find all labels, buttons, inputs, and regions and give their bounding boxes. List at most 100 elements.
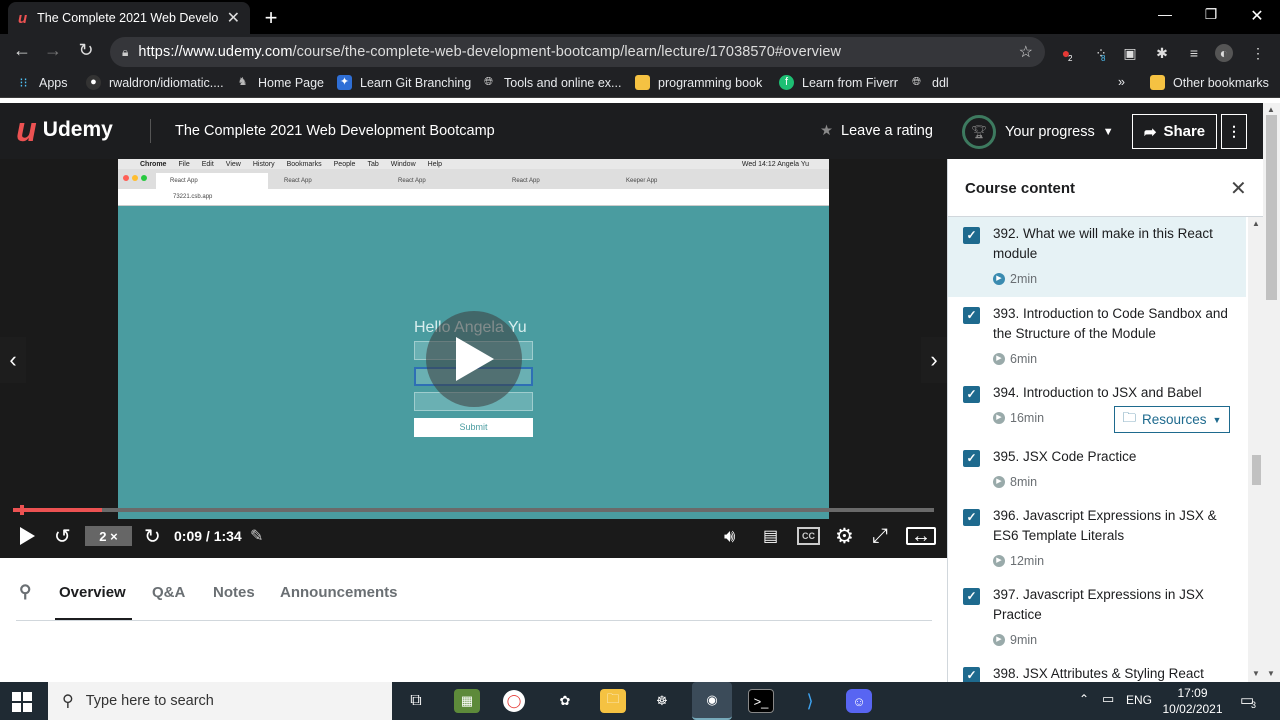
bookmarks-overflow-icon[interactable]: » xyxy=(1118,75,1125,89)
playback-speed-button[interactable]: 2 × xyxy=(85,526,132,546)
new-tab-icon[interactable]: + xyxy=(259,5,283,31)
windows-start-icon[interactable] xyxy=(12,692,32,712)
next-lecture-button[interactable]: › xyxy=(921,337,947,383)
rewind-5s-icon[interactable]: ↺ xyxy=(54,521,71,551)
volume-icon[interactable]: 🔊︎ xyxy=(724,521,735,551)
lecture-tabs: ⚲ Overview Q&A Notes Announcements xyxy=(0,558,947,682)
bookmark-programming-book[interactable]: programming book xyxy=(635,75,762,90)
chrome-menu-icon[interactable]: ⋮ xyxy=(1249,44,1267,62)
task-view-icon[interactable]: ⧉ xyxy=(403,689,429,713)
discord-icon[interactable]: ☺ xyxy=(846,689,872,713)
tab-notes[interactable]: Notes xyxy=(213,584,255,601)
chrome-taskbar-icon[interactable]: ◉ xyxy=(692,682,732,720)
forward-icon[interactable]: → xyxy=(41,40,65,61)
taskbar-search-box[interactable]: ⚲ Type here to search xyxy=(48,682,392,720)
bookmark-home-page[interactable]: ♞ Home Page xyxy=(235,75,324,90)
lecture-item[interactable]: ✓ 397. Javascript Expressions in JSX Pra… xyxy=(948,578,1246,657)
address-bar[interactable]: 🔒︎ https://www.udemy.com/course/the-comp… xyxy=(110,37,1045,67)
minecraft-icon[interactable]: ▦ xyxy=(454,689,480,713)
completed-checkbox[interactable]: ✓ xyxy=(963,386,980,403)
page-scroll-thumb[interactable] xyxy=(1266,115,1277,300)
reload-icon[interactable]: ↻ xyxy=(74,40,98,61)
seek-bar[interactable] xyxy=(13,505,934,515)
terminal-icon[interactable]: >_ xyxy=(748,689,774,713)
bookmark-star-icon[interactable]: ☆ xyxy=(1019,42,1033,62)
lecture-item[interactable]: ✓ 392. What we will make in this React m… xyxy=(948,217,1246,297)
tab-qa[interactable]: Q&A xyxy=(152,584,185,601)
vscode-icon[interactable]: ⟩ xyxy=(797,689,823,713)
extension-image-icon[interactable]: ▣ xyxy=(1121,44,1139,62)
bookmark-other[interactable]: Other bookmarks xyxy=(1150,75,1269,90)
network-icon[interactable]: ▭ xyxy=(1102,691,1114,707)
close-window-icon[interactable]: ✕ xyxy=(1245,6,1269,26)
sidebar-scrollbar[interactable]: ▲ ▼ xyxy=(1248,217,1263,682)
extensions-puzzle-icon[interactable]: ✱ xyxy=(1153,44,1171,62)
back-icon[interactable]: ← xyxy=(10,40,34,61)
add-note-icon[interactable]: ✎ xyxy=(250,521,263,551)
profile-avatar[interactable]: ◐ xyxy=(1215,44,1233,62)
opera-icon[interactable]: ◯ xyxy=(503,690,525,712)
lecture-title: 396. Javascript Expressions in JSX & ES6… xyxy=(993,508,1217,543)
captions-button[interactable]: CC xyxy=(797,527,820,545)
language-indicator[interactable]: ENG xyxy=(1126,693,1152,707)
previous-lecture-button[interactable]: ‹ xyxy=(0,337,26,383)
transcript-icon[interactable]: ▤ xyxy=(763,521,778,551)
sidebar-scroll-thumb[interactable] xyxy=(1252,455,1261,485)
search-icon[interactable]: ⚲ xyxy=(19,582,31,602)
lecture-item[interactable]: ✓ 395. JSX Code Practice ▶ 8min xyxy=(948,440,1246,499)
play-icon xyxy=(456,337,494,381)
bookmark-tools[interactable]: 🌐︎ Tools and online ex... xyxy=(481,75,621,90)
bookmark-apps[interactable]: ⁝⁝ Apps xyxy=(16,75,67,90)
completed-checkbox[interactable]: ✓ xyxy=(963,509,980,526)
taskbar-clock[interactable]: 17:09 10/02/2021 xyxy=(1160,685,1225,717)
more-options-icon[interactable]: ⋮ xyxy=(1221,114,1247,149)
scroll-down-icon[interactable]: ▼ xyxy=(1267,669,1275,678)
your-progress-button[interactable]: 🏆︎ Your progress ▼ xyxy=(962,115,1114,149)
lecture-item[interactable]: ✓ 396. Javascript Expressions in JSX & E… xyxy=(948,499,1246,578)
seek-handle[interactable] xyxy=(20,505,24,515)
close-tab-icon[interactable]: ✕ xyxy=(227,8,240,28)
tab-announcements[interactable]: Announcements xyxy=(280,584,398,601)
game-icon[interactable]: ☸ xyxy=(649,689,675,713)
restore-window-icon[interactable]: ❐ xyxy=(1199,6,1223,23)
minimize-window-icon[interactable]: — xyxy=(1153,6,1177,22)
reading-list-icon[interactable]: ≡ xyxy=(1185,44,1203,62)
header-divider xyxy=(150,119,151,143)
play-pause-button[interactable] xyxy=(17,521,37,551)
close-sidebar-icon[interactable]: ✕ xyxy=(1230,176,1247,201)
lecture-item[interactable]: ✓ 393. Introduction to Code Sandbox and … xyxy=(948,297,1246,376)
scroll-up-icon[interactable]: ▲ xyxy=(1267,105,1275,114)
page-scrollbar[interactable]: ▲ ▼ xyxy=(1263,103,1280,682)
bookmark-idiomatic[interactable]: ● rwaldron/idiomatic.... xyxy=(86,75,224,90)
udemy-logo[interactable]: u Udemy xyxy=(16,113,113,147)
show-hidden-icons-icon[interactable]: ⌃ xyxy=(1079,692,1089,706)
fullscreen-icon[interactable]: ⤢ xyxy=(872,521,888,551)
completed-checkbox[interactable]: ✓ xyxy=(963,450,980,467)
progress-label: Your progress xyxy=(1005,124,1095,140)
big-play-button[interactable] xyxy=(426,311,522,407)
app-icon[interactable]: ✿ xyxy=(552,689,578,713)
browser-tab-active[interactable]: u The Complete 2021 Web Develop ✕ xyxy=(8,2,250,34)
completed-checkbox[interactable]: ✓ xyxy=(963,667,980,682)
url-text[interactable]: https://www.udemy.com/course/the-complet… xyxy=(138,44,1018,60)
course-title[interactable]: The Complete 2021 Web Development Bootca… xyxy=(175,123,495,139)
leave-rating-button[interactable]: ★ Leave a rating xyxy=(820,123,933,139)
share-button[interactable]: ➦ Share xyxy=(1132,114,1217,149)
video-player[interactable]: Chrome File Edit View History Bookmarks … xyxy=(0,159,947,558)
resources-dropdown-button[interactable]: 🗀︎ Resources ▼ xyxy=(1114,406,1230,433)
forward-5s-icon[interactable]: ↻ xyxy=(144,521,161,551)
tab-overview[interactable]: Overview xyxy=(59,584,126,601)
file-explorer-icon[interactable]: 🗀︎ xyxy=(600,689,626,713)
bookmark-ddl[interactable]: 🌐︎ ddl xyxy=(909,75,949,90)
settings-gear-icon[interactable]: ⚙ xyxy=(835,521,854,551)
bookmark-fiverr[interactable]: f Learn from Fiverr xyxy=(779,75,898,90)
bookmark-learn-git[interactable]: ✦ Learn Git Branching xyxy=(337,75,471,90)
lecture-item[interactable]: ✓ 398. JSX Attributes & Styling React xyxy=(948,657,1246,682)
lecture-title: 398. JSX Attributes & Styling React xyxy=(993,666,1204,681)
scroll-down-icon[interactable]: ▼ xyxy=(1252,669,1260,678)
completed-checkbox[interactable]: ✓ xyxy=(963,588,980,605)
completed-checkbox[interactable]: ✓ xyxy=(963,227,980,244)
completed-checkbox[interactable]: ✓ xyxy=(963,307,980,324)
expanded-view-icon[interactable]: ↔ xyxy=(906,525,936,547)
scroll-up-icon[interactable]: ▲ xyxy=(1252,219,1260,228)
